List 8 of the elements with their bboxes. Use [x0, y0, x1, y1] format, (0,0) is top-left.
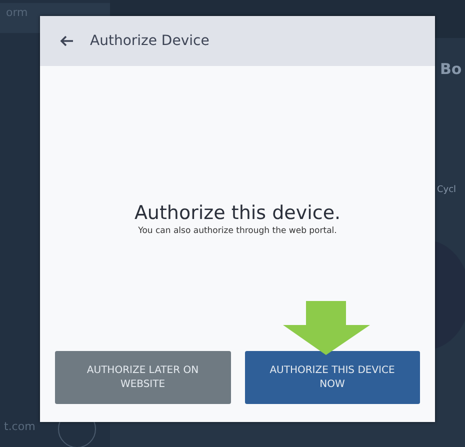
authorize-later-button[interactable]: AUTHORIZE LATER ON WEBSITE — [55, 351, 230, 404]
background-label: Cycl — [437, 185, 456, 195]
dialog-heading: Authorize this device. — [134, 202, 341, 224]
authorize-now-button[interactable]: AUTHORIZE THIS DEVICE NOW — [244, 351, 420, 404]
back-arrow-icon[interactable] — [60, 35, 74, 47]
background-heading: Bo — [440, 60, 462, 78]
dialog-message: You can also authorize through the web portal. — [138, 226, 337, 236]
dialog-title: Authorize Device — [90, 33, 210, 49]
